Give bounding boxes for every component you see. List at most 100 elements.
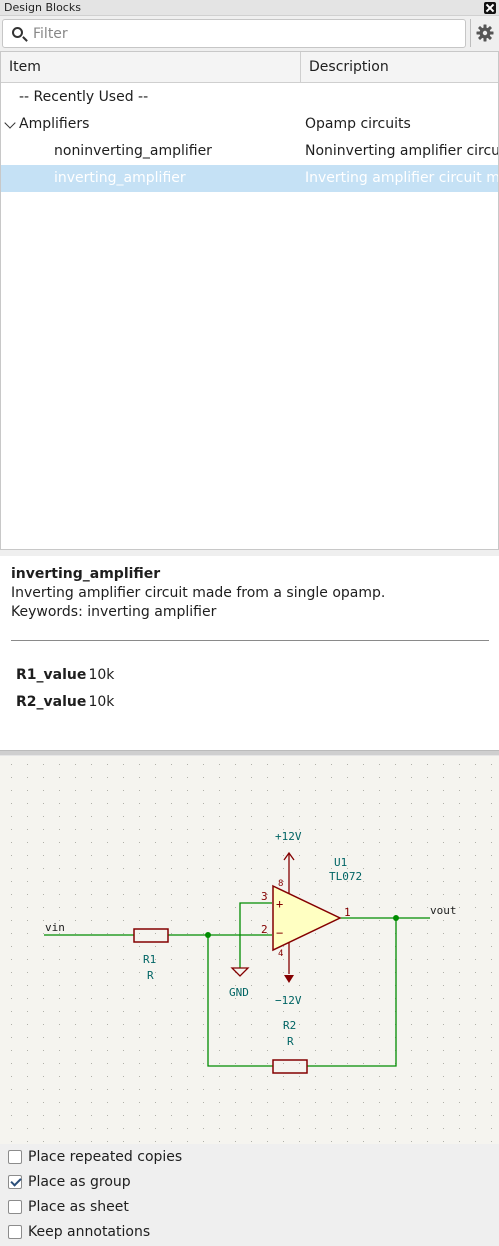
grid-dot [91, 946, 92, 947]
grid-dot [235, 1115, 236, 1116]
close-icon[interactable] [484, 2, 496, 14]
tree-row-amplifiers[interactable]: Amplifiers Opamp circuits [1, 111, 498, 138]
grid-dot [235, 1102, 236, 1103]
grid-dot [331, 790, 332, 791]
grid-dot [91, 985, 92, 986]
grid-dot [299, 1063, 300, 1064]
grid-dot [379, 1102, 380, 1103]
grid-dot [11, 764, 12, 765]
grid-dot [59, 829, 60, 830]
grid-dot [491, 959, 492, 960]
grid-dot [459, 1024, 460, 1025]
grid-dot [267, 868, 268, 869]
grid-dot [427, 959, 428, 960]
grid-dot [331, 842, 332, 843]
grid-dot [107, 1115, 108, 1116]
checkbox-place-as-group[interactable] [8, 1175, 22, 1189]
grid-dot [331, 972, 332, 973]
grid-dot [219, 1076, 220, 1077]
checkbox-place-repeated-copies[interactable] [8, 1150, 22, 1164]
design-block-tree[interactable]: Item Description -- Recently Used -- Amp… [0, 51, 499, 550]
grid-dot [235, 764, 236, 765]
grid-dot [27, 855, 28, 856]
grid-dot [443, 894, 444, 895]
search-box[interactable] [2, 19, 466, 48]
grid-dot [443, 1115, 444, 1116]
option-label: Keep annotations [28, 1224, 151, 1240]
grid-dot [459, 998, 460, 999]
grid-dot [235, 1011, 236, 1012]
grid-dot [27, 842, 28, 843]
grid-dot [139, 1128, 140, 1129]
tree-row-recently-used[interactable]: -- Recently Used -- [1, 84, 498, 111]
grid-dot [331, 1089, 332, 1090]
grid-dot [267, 764, 268, 765]
grid-dot [219, 1050, 220, 1051]
grid-dot [315, 764, 316, 765]
grid-dot [155, 1128, 156, 1129]
grid-dot [155, 1076, 156, 1077]
grid-dot [171, 790, 172, 791]
schematic-preview[interactable]: vin vout R1 R R2 R U1 TL072 +12V −12V GN… [0, 756, 499, 1144]
grid-dot [75, 1063, 76, 1064]
grid-dot [251, 829, 252, 830]
grid-dot [219, 816, 220, 817]
grid-dot [379, 998, 380, 999]
grid-dot [347, 764, 348, 765]
grid-dot [219, 881, 220, 882]
grid-dot [171, 881, 172, 882]
grid-dot [43, 842, 44, 843]
grid-dot [379, 842, 380, 843]
grid-dot [315, 777, 316, 778]
column-header-item[interactable]: Item [1, 52, 301, 83]
grid-dot [427, 894, 428, 895]
grid-dot [379, 972, 380, 973]
grid-dot [315, 842, 316, 843]
grid-dot [475, 959, 476, 960]
resistor-r1[interactable] [133, 928, 169, 943]
grid-dot [155, 998, 156, 999]
grid-dot [251, 933, 252, 934]
grid-dot [11, 959, 12, 960]
opamp-u1[interactable] [272, 884, 342, 952]
grid-dot [363, 1115, 364, 1116]
grid-dot [43, 933, 44, 934]
grid-dot [171, 764, 172, 765]
grid-dot [491, 881, 492, 882]
grid-dot [59, 1089, 60, 1090]
checkbox-place-as-sheet[interactable] [8, 1200, 22, 1214]
grid-dot [155, 985, 156, 986]
grid-dot [331, 907, 332, 908]
checkbox-keep-annotations[interactable] [8, 1225, 22, 1239]
column-header-description[interactable]: Description [301, 52, 498, 83]
grid-dot [203, 1115, 204, 1116]
resistor-r2[interactable] [272, 1059, 308, 1074]
gear-icon[interactable] [476, 24, 494, 42]
grid-dot [219, 790, 220, 791]
grid-dot [11, 803, 12, 804]
grid-dot [123, 842, 124, 843]
grid-dot [443, 1050, 444, 1051]
grid-dot [139, 959, 140, 960]
details-description: Inverting amplifier circuit made from a … [11, 585, 386, 601]
grid-dot [491, 1089, 492, 1090]
tree-row-inverting-amplifier[interactable]: inverting_amplifier Inverting amplifier … [1, 165, 498, 192]
grid-dot [11, 816, 12, 817]
grid-dot [411, 764, 412, 765]
search-input[interactable] [33, 25, 453, 43]
grid-dot [459, 946, 460, 947]
grid-dot [267, 998, 268, 999]
grid-dot [187, 1050, 188, 1051]
grid-dot [75, 790, 76, 791]
grid-dot [267, 1011, 268, 1012]
grid-dot [267, 1141, 268, 1142]
grid-dot [203, 803, 204, 804]
schematic-wires [44, 902, 430, 1067]
chevron-down-icon[interactable] [4, 117, 16, 129]
grid-dot [27, 790, 28, 791]
grid-dot [251, 985, 252, 986]
grid-dot [347, 777, 348, 778]
grid-dot [475, 894, 476, 895]
grid-dot [235, 1076, 236, 1077]
tree-row-noninverting-amplifier[interactable]: noninverting_amplifier Noninverting ampl… [1, 138, 498, 165]
